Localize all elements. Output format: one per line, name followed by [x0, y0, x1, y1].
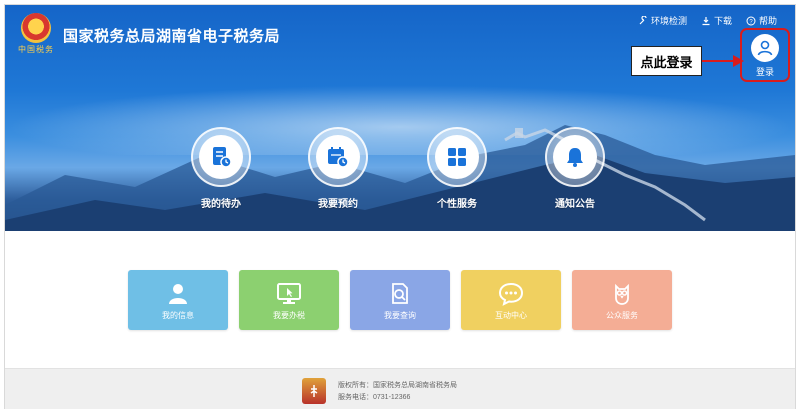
- grid-icon: [448, 148, 466, 166]
- tile-my-info[interactable]: 我的信息: [128, 270, 228, 330]
- monitor-icon: [277, 283, 301, 304]
- quick-notice[interactable]: 通知公告: [530, 127, 620, 210]
- footer-copyright: 版权所有：国家税务总局湖南省税务局: [338, 382, 457, 389]
- quick-appointment-label: 我要预约: [318, 199, 358, 210]
- env-check-label: 环境检测: [650, 16, 687, 26]
- tile-public-service[interactable]: 公众服务: [572, 270, 672, 330]
- callout-arrow-line: [702, 60, 734, 62]
- login-button[interactable]: 登录: [740, 28, 790, 82]
- bell-icon: [567, 148, 583, 167]
- wrench-icon: [639, 15, 647, 24]
- site-title: 国家税务总局湖南省电子税务局: [63, 28, 281, 45]
- help-link[interactable]: ? 帮助: [746, 14, 777, 27]
- quick-notice-label: 通知公告: [555, 199, 595, 210]
- user-icon: [169, 284, 187, 304]
- quick-circle: [427, 127, 487, 187]
- quick-appointment[interactable]: 我要预约: [293, 127, 383, 210]
- chat-icon: [498, 282, 524, 306]
- footer-phone: 服务电话：0731-12366: [338, 394, 411, 401]
- download-link[interactable]: 下载: [701, 14, 732, 27]
- avatar: [751, 34, 779, 62]
- download-label: 下载: [713, 16, 732, 26]
- quick-personal-service[interactable]: 个性服务: [412, 127, 502, 210]
- tile-query[interactable]: 我要查询: [350, 270, 450, 330]
- quick-personal-service-label: 个性服务: [437, 199, 477, 210]
- quick-circle: [545, 127, 605, 187]
- help-icon: ?: [746, 16, 756, 25]
- quick-circle: [191, 127, 251, 187]
- tax-logo: 中国税务: [15, 13, 57, 57]
- top-links: 环境检测 下载 ? 帮助: [638, 14, 777, 27]
- tile-public-service-label: 公众服务: [606, 311, 638, 320]
- tile-interaction[interactable]: 互动中心: [461, 270, 561, 330]
- download-icon: [702, 16, 710, 25]
- tile-handle-tax-label: 我要办税: [273, 311, 305, 320]
- quick-circle: [308, 127, 368, 187]
- env-check-link[interactable]: 环境检测: [638, 14, 687, 27]
- tile-my-info-label: 我的信息: [162, 311, 194, 320]
- help-label: 帮助: [758, 16, 777, 26]
- tile-interaction-label: 互动中心: [495, 311, 527, 320]
- logo-caption: 中国税务: [18, 45, 54, 54]
- owl-icon: [615, 283, 629, 305]
- national-emblem-icon: [21, 13, 51, 43]
- quick-my-todo-label: 我的待办: [201, 199, 241, 210]
- calendar-clock-icon: [328, 147, 349, 168]
- hero-banner: 中国税务 国家税务总局湖南省电子税务局 环境检测 下载 ? 帮助 我的待办 我要…: [5, 5, 795, 231]
- footer-emblem-icon: [310, 385, 318, 397]
- todo-document-icon: [213, 147, 232, 168]
- quick-my-todo[interactable]: 我的待办: [176, 127, 266, 210]
- login-label: 登录: [755, 67, 774, 77]
- footer-tax-logo-icon: [302, 378, 326, 404]
- tile-handle-tax[interactable]: 我要办税: [239, 270, 339, 330]
- page-footer: 版权所有：国家税务总局湖南省税务局 服务电话：0731-12366: [5, 368, 795, 409]
- user-avatar-icon: [757, 40, 773, 56]
- search-document-icon: [392, 283, 408, 304]
- tile-query-label: 我要查询: [384, 311, 416, 320]
- login-callout: 点此登录: [631, 46, 702, 76]
